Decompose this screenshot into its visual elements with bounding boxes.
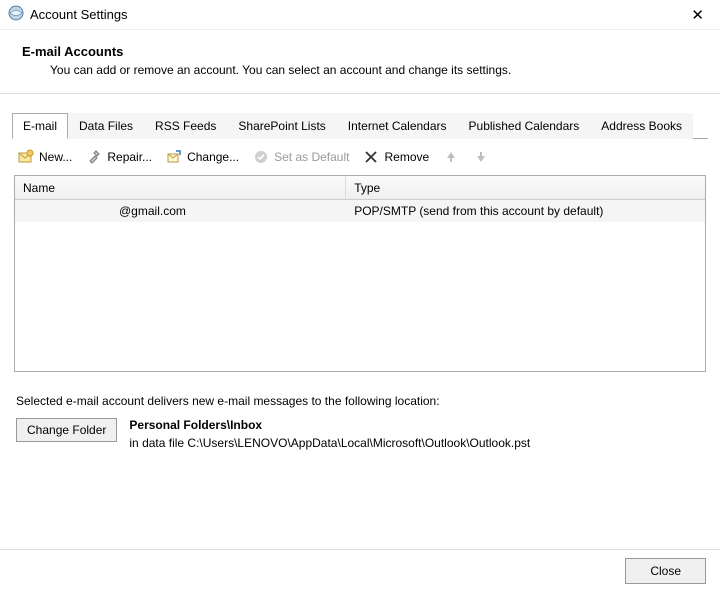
change-label: Change...	[187, 150, 239, 164]
tab-published-calendars[interactable]: Published Calendars	[458, 113, 591, 139]
arrow-up-icon	[443, 149, 459, 165]
repair-icon	[86, 149, 102, 165]
tab-sharepoint-lists[interactable]: SharePoint Lists	[227, 113, 336, 139]
change-button[interactable]: Change...	[166, 149, 239, 165]
header-title: E-mail Accounts	[22, 44, 702, 59]
col-header-type[interactable]: Type	[346, 176, 705, 199]
move-up-button	[443, 149, 459, 165]
header-section: E-mail Accounts You can add or remove an…	[0, 30, 720, 94]
set-default-button: Set as Default	[253, 149, 349, 165]
folder-datafile: in data file C:\Users\LENOVO\AppData\Loc…	[129, 436, 530, 450]
tab-email[interactable]: E-mail	[12, 113, 68, 139]
close-icon[interactable]: ✕	[685, 4, 710, 26]
window-title: Account Settings	[30, 7, 128, 22]
change-folder-button[interactable]: Change Folder	[16, 418, 117, 442]
tab-address-books[interactable]: Address Books	[590, 113, 693, 139]
account-type-cell: POP/SMTP (send from this account by defa…	[346, 204, 705, 218]
account-name-cell: @gmail.com	[15, 204, 346, 218]
set-default-label: Set as Default	[274, 150, 349, 164]
close-button[interactable]: Close	[625, 558, 706, 584]
tabs: E-mail Data Files RSS Feeds SharePoint L…	[12, 112, 708, 139]
tab-rss-feeds[interactable]: RSS Feeds	[144, 113, 227, 139]
check-circle-icon	[253, 149, 269, 165]
arrow-down-icon	[473, 149, 489, 165]
remove-button[interactable]: Remove	[363, 149, 429, 165]
list-header: Name Type	[15, 176, 705, 200]
move-down-button	[473, 149, 489, 165]
app-icon	[8, 5, 24, 24]
header-description: You can add or remove an account. You ca…	[22, 63, 702, 77]
delivers-text: Selected e-mail account delivers new e-m…	[16, 394, 704, 408]
account-list: Name Type @gmail.com POP/SMTP (send from…	[14, 175, 706, 372]
change-icon	[166, 149, 182, 165]
divider	[0, 549, 720, 550]
mail-new-icon	[18, 149, 34, 165]
new-label: New...	[39, 150, 72, 164]
folder-path: Personal Folders\Inbox	[129, 418, 530, 432]
repair-label: Repair...	[107, 150, 152, 164]
titlebar: Account Settings ✕	[0, 0, 720, 30]
remove-label: Remove	[384, 150, 429, 164]
account-row[interactable]: @gmail.com POP/SMTP (send from this acco…	[15, 200, 705, 222]
remove-icon	[363, 149, 379, 165]
repair-button[interactable]: Repair...	[86, 149, 152, 165]
new-button[interactable]: New...	[18, 149, 72, 165]
folder-row: Change Folder Personal Folders\Inbox in …	[16, 418, 704, 450]
toolbar: New... Repair... Change... Set as Defaul…	[12, 139, 708, 175]
tab-data-files[interactable]: Data Files	[68, 113, 144, 139]
col-header-name[interactable]: Name	[15, 176, 346, 199]
tab-internet-calendars[interactable]: Internet Calendars	[337, 113, 458, 139]
